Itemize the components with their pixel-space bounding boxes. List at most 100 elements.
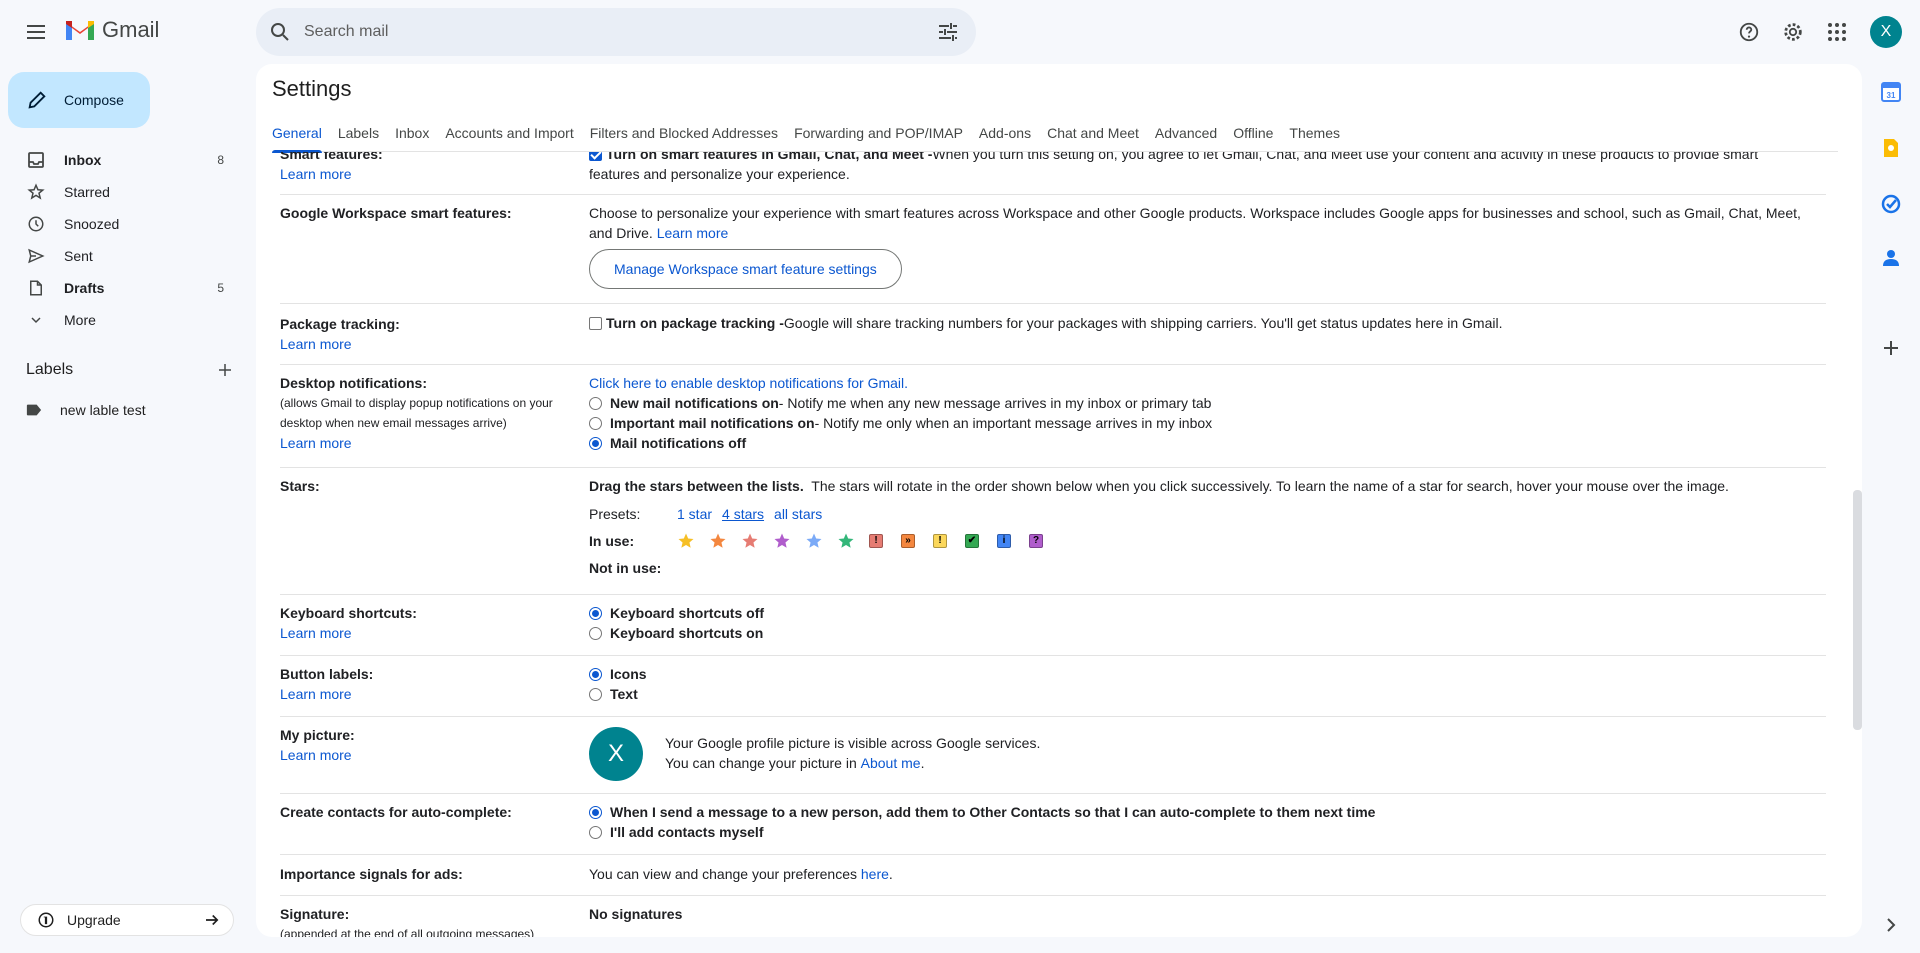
- search-options-icon[interactable]: [936, 20, 960, 44]
- preset-all-stars[interactable]: all stars: [774, 504, 822, 524]
- unread-count: 8: [217, 153, 224, 167]
- nav-item-more[interactable]: More: [0, 304, 240, 336]
- tab-chat-and-meet[interactable]: Chat and Meet: [1047, 114, 1139, 152]
- main-menu-button[interactable]: [16, 12, 56, 52]
- scrollbar-thumb[interactable]: [1853, 490, 1862, 730]
- about-me-link[interactable]: About me: [861, 753, 921, 773]
- learn-more-link[interactable]: Learn more: [280, 745, 580, 765]
- learn-more-link[interactable]: Learn more: [280, 684, 580, 704]
- tab-labels[interactable]: Labels: [338, 114, 379, 152]
- smart-features-checkbox[interactable]: [589, 152, 602, 161]
- mail-notifications-off-radio[interactable]: [589, 436, 602, 450]
- setting-keyboard-shortcuts: Keyboard shortcuts: Learn more Keyboard …: [280, 595, 1826, 656]
- keyboard-shortcuts-on-radio[interactable]: [589, 626, 602, 640]
- button-labels-text-radio[interactable]: [589, 687, 602, 701]
- nav-item-sent[interactable]: Sent: [0, 240, 240, 272]
- tab-forwarding[interactable]: Forwarding and POP/IMAP: [794, 114, 963, 152]
- mail-nav: Inbox 8 Starred Snoozed Sent Drafts 5 Mo…: [0, 144, 256, 336]
- tab-add-ons[interactable]: Add-ons: [979, 114, 1031, 152]
- tab-general[interactable]: General: [272, 114, 322, 153]
- compose-button[interactable]: Compose: [8, 72, 150, 128]
- star-icon[interactable]: [805, 532, 823, 550]
- setting-desktop-notifications: Desktop notifications: (allows Gmail to …: [280, 365, 1826, 468]
- important-mail-notifications-radio[interactable]: [589, 416, 602, 430]
- star-icon[interactable]: [741, 532, 759, 550]
- label-item[interactable]: new lable test: [26, 402, 146, 418]
- button-labels-icons-radio[interactable]: [589, 667, 602, 681]
- manage-workspace-settings-button[interactable]: Manage Workspace smart feature settings: [589, 249, 902, 289]
- picture-period: .: [920, 755, 925, 771]
- upgrade-button[interactable]: Upgrade: [20, 904, 234, 936]
- marker-icon[interactable]: !: [933, 534, 947, 548]
- new-mail-notifications-radio[interactable]: [589, 396, 602, 410]
- marker-icon[interactable]: ?: [1029, 534, 1043, 548]
- plus-icon[interactable]: [216, 361, 234, 379]
- manual-add-contacts-radio[interactable]: [589, 825, 602, 839]
- setting-label: Desktop notifications:: [280, 375, 428, 391]
- enable-desktop-notifications-link[interactable]: Click here to enable desktop notificatio…: [589, 373, 908, 393]
- settings-panel: Settings General Labels Inbox Accounts a…: [256, 64, 1862, 937]
- calendar-icon[interactable]: 31: [1881, 82, 1901, 102]
- setting-label: Google Workspace smart features:: [280, 205, 512, 221]
- learn-more-link[interactable]: Learn more: [280, 433, 580, 453]
- tasks-icon[interactable]: [1881, 194, 1901, 214]
- nav-item-inbox[interactable]: Inbox 8: [0, 144, 240, 176]
- star-icon[interactable]: [773, 532, 791, 550]
- nav-item-starred[interactable]: Starred: [0, 176, 240, 208]
- label-name: new lable test: [60, 402, 146, 418]
- support-button[interactable]: [1729, 12, 1769, 52]
- labels-heading: Labels: [26, 361, 74, 378]
- nav-item-drafts[interactable]: Drafts 5: [0, 272, 240, 304]
- learn-more-link[interactable]: Learn more: [280, 623, 580, 643]
- star-icon[interactable]: [677, 532, 695, 550]
- apps-button[interactable]: [1817, 12, 1857, 52]
- inbox-icon: [28, 152, 44, 168]
- keep-icon[interactable]: [1881, 138, 1901, 158]
- tab-accounts-and-import[interactable]: Accounts and Import: [445, 114, 573, 152]
- search-icon[interactable]: [268, 20, 292, 44]
- stars-desc: The stars will rotate in the order shown…: [803, 478, 1729, 494]
- marker-icon[interactable]: !: [869, 534, 883, 548]
- arrow-right-icon: [206, 914, 219, 926]
- ads-period: .: [888, 866, 893, 882]
- label-icon: [26, 404, 42, 416]
- smart-features-desc: When you turn this setting on, you agree…: [932, 152, 1759, 162]
- preset-1-star[interactable]: 1 star: [677, 504, 712, 524]
- nav-label: Inbox: [64, 152, 102, 168]
- nav-label: More: [64, 312, 96, 328]
- labels-section-header: Labels: [26, 361, 234, 379]
- tab-themes[interactable]: Themes: [1289, 114, 1340, 152]
- learn-more-link[interactable]: Learn more: [280, 334, 580, 354]
- get-add-ons-icon[interactable]: [1881, 338, 1901, 358]
- settings-button[interactable]: [1773, 12, 1813, 52]
- star-icon[interactable]: [709, 532, 727, 550]
- nav-item-snoozed[interactable]: Snoozed: [0, 208, 240, 240]
- marker-icon[interactable]: »: [901, 534, 915, 548]
- marker-icon[interactable]: ✔: [965, 534, 979, 548]
- gmail-logo[interactable]: Gmail: [64, 17, 159, 43]
- search-input[interactable]: [298, 8, 898, 56]
- setting-workspace-smart-features: Google Workspace smart features: Choose …: [280, 195, 1826, 304]
- star-icon[interactable]: [837, 532, 855, 550]
- ads-preferences-link[interactable]: here: [861, 864, 889, 884]
- tab-inbox[interactable]: Inbox: [395, 114, 429, 152]
- tab-offline[interactable]: Offline: [1233, 114, 1273, 152]
- tab-filters[interactable]: Filters and Blocked Addresses: [590, 114, 778, 152]
- setting-sublabel: desktop when new email messages arrive): [280, 416, 507, 430]
- auto-add-contacts-radio[interactable]: [589, 805, 602, 819]
- preset-4-stars[interactable]: 4 stars: [722, 504, 764, 524]
- gear-icon: [1784, 23, 1802, 41]
- package-tracking-checkbox[interactable]: [589, 316, 602, 330]
- account-avatar[interactable]: X: [1870, 16, 1902, 48]
- learn-more-link[interactable]: Learn more: [657, 223, 729, 243]
- expand-panel-icon[interactable]: [1881, 915, 1901, 935]
- profile-picture[interactable]: X: [589, 727, 643, 781]
- page-title: Settings: [272, 76, 352, 101]
- picture-info: Your Google profile picture is visible a…: [665, 735, 1041, 751]
- tab-advanced[interactable]: Advanced: [1155, 114, 1217, 152]
- contacts-icon[interactable]: [1881, 248, 1901, 268]
- learn-more-link[interactable]: Learn more: [280, 164, 580, 184]
- marker-icon[interactable]: i: [997, 534, 1011, 548]
- option-desc: - Notify me when any new message arrives…: [778, 395, 1212, 411]
- keyboard-shortcuts-off-radio[interactable]: [589, 606, 602, 620]
